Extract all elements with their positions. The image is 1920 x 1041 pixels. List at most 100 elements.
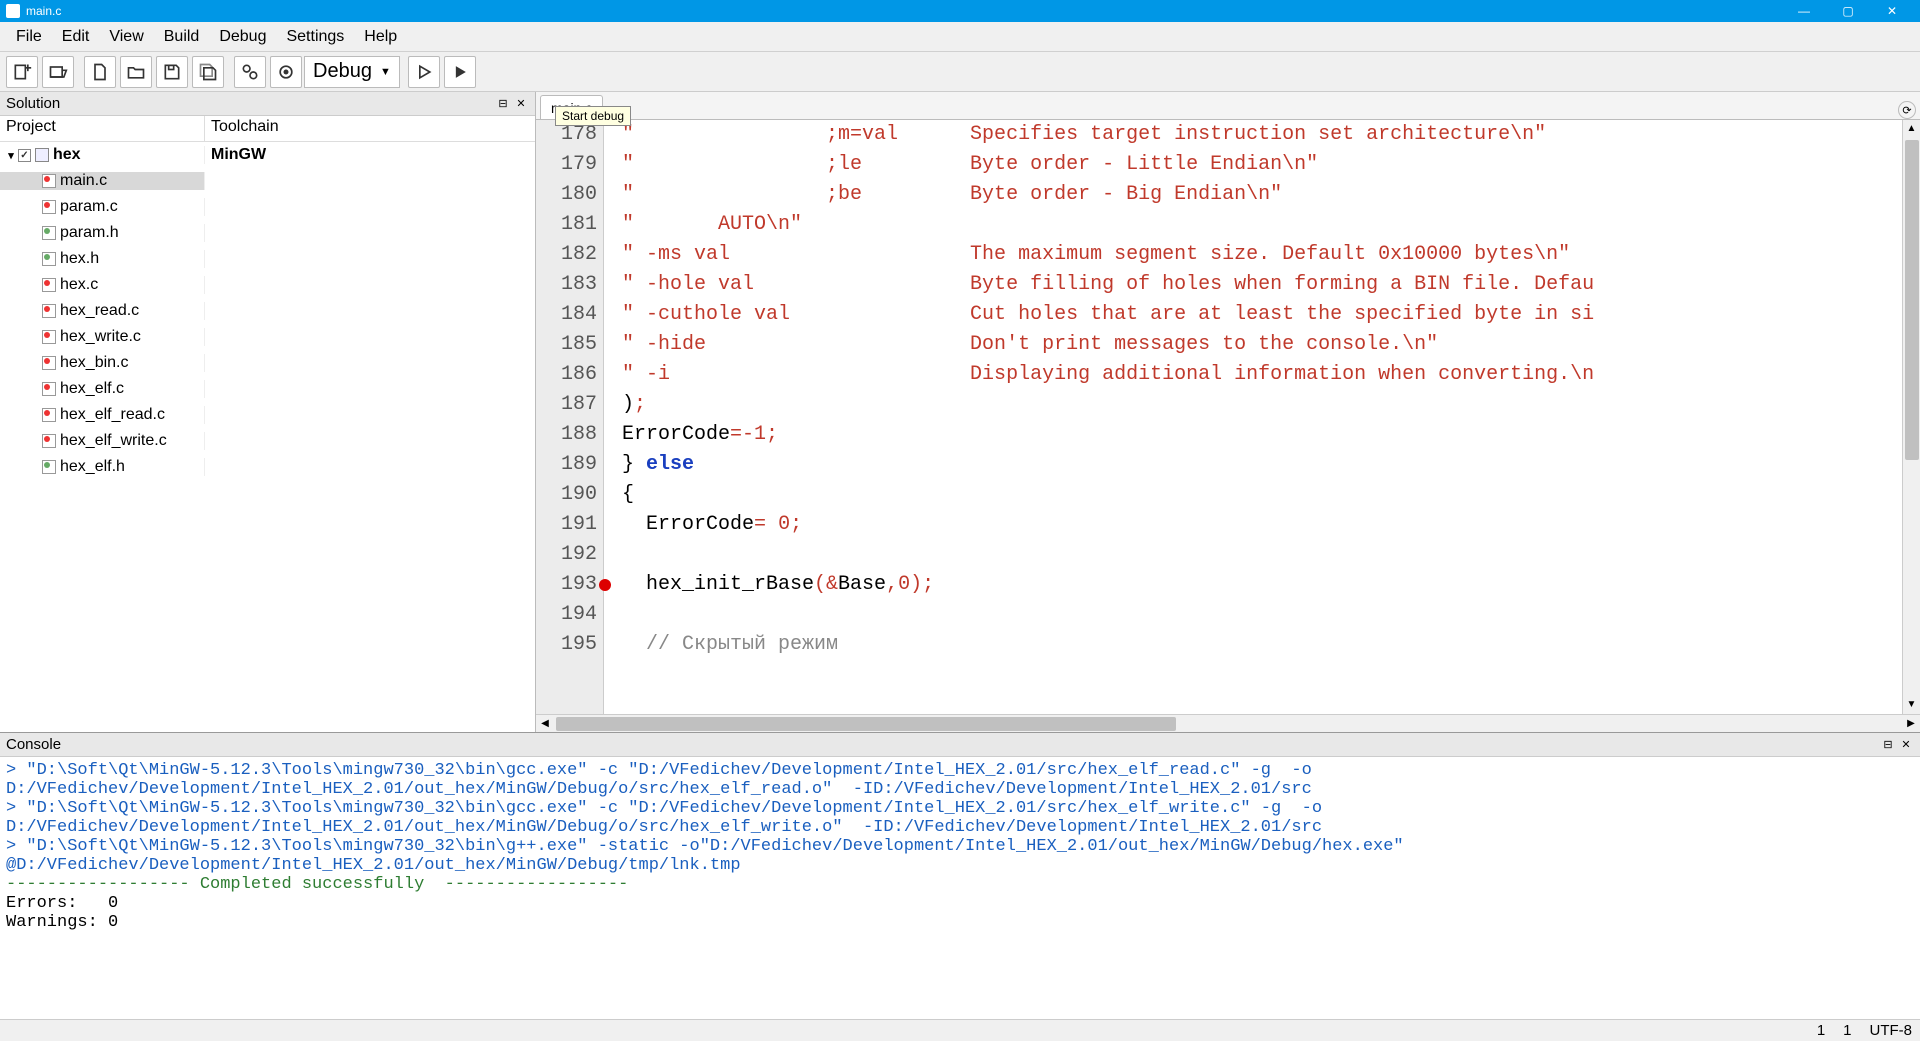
file-row[interactable]: hex_elf_read.c bbox=[0, 402, 535, 428]
code-lines[interactable]: " ;m=val Specifies target instruction se… bbox=[604, 120, 1920, 714]
line-number[interactable]: 183 bbox=[536, 270, 597, 300]
editor-panel: main.c ⟳ 1781791801811821831841851861871… bbox=[536, 92, 1920, 732]
file-row[interactable]: hex_read.c bbox=[0, 298, 535, 324]
project-checkbox[interactable]: ✓ bbox=[18, 149, 31, 162]
console-panel: Console ⊟ ✕ > "D:\Soft\Qt\MinGW-5.12.3\T… bbox=[0, 732, 1920, 1019]
new-file-button[interactable] bbox=[84, 56, 116, 88]
solution-panel: Solution ⊟ ✕ Project Toolchain ▾✓hexMinG… bbox=[0, 92, 536, 732]
code-line[interactable]: " AUTO\n" bbox=[622, 210, 1920, 240]
menu-view[interactable]: View bbox=[99, 24, 153, 50]
run-button[interactable] bbox=[408, 56, 440, 88]
line-number[interactable]: 184 bbox=[536, 300, 597, 330]
hscroll-thumb[interactable] bbox=[556, 717, 1176, 731]
line-number[interactable]: 187 bbox=[536, 390, 597, 420]
editor-hscroll[interactable]: ◀ ▶ bbox=[536, 714, 1920, 732]
scroll-left-icon[interactable]: ◀ bbox=[536, 715, 554, 733]
file-row[interactable]: hex.h bbox=[0, 246, 535, 272]
open-solution-button[interactable] bbox=[42, 56, 74, 88]
line-number[interactable]: 180 bbox=[536, 180, 597, 210]
project-row[interactable]: ▾✓hexMinGW bbox=[0, 142, 535, 168]
file-row[interactable]: hex_elf_write.c bbox=[0, 428, 535, 454]
rebuild-button[interactable] bbox=[270, 56, 302, 88]
file-row[interactable]: hex_write.c bbox=[0, 324, 535, 350]
scroll-down-icon[interactable]: ▼ bbox=[1903, 696, 1920, 714]
line-number[interactable]: 182 bbox=[536, 240, 597, 270]
menu-debug[interactable]: Debug bbox=[209, 24, 276, 50]
console-close-button[interactable]: ✕ bbox=[1898, 738, 1914, 751]
code-line[interactable]: " ;le Byte order - Little Endian\n" bbox=[622, 150, 1920, 180]
line-number[interactable]: 190 bbox=[536, 480, 597, 510]
col-toolchain: Toolchain bbox=[205, 116, 535, 141]
file-row[interactable]: main.c bbox=[0, 168, 535, 194]
line-number[interactable]: 189 bbox=[536, 450, 597, 480]
expand-icon[interactable]: ▾ bbox=[4, 149, 18, 162]
menu-help[interactable]: Help bbox=[354, 24, 407, 50]
file-row[interactable]: hex_elf.c bbox=[0, 376, 535, 402]
code-line[interactable] bbox=[622, 600, 1920, 630]
scroll-up-icon[interactable]: ▲ bbox=[1903, 120, 1920, 138]
menu-file[interactable]: File bbox=[6, 24, 52, 50]
maximize-button[interactable]: ▢ bbox=[1826, 4, 1870, 18]
code-line[interactable]: ); bbox=[622, 390, 1920, 420]
editor-vscroll[interactable]: ▲ ▼ bbox=[1902, 120, 1920, 714]
menu-build[interactable]: Build bbox=[154, 24, 210, 50]
code-line[interactable]: " -cuthole val Cut holes that are at lea… bbox=[622, 300, 1920, 330]
build-button[interactable] bbox=[234, 56, 266, 88]
code-line[interactable]: " -ms val The maximum segment size. Defa… bbox=[622, 240, 1920, 270]
open-file-button[interactable] bbox=[120, 56, 152, 88]
save-button[interactable] bbox=[156, 56, 188, 88]
code-line[interactable]: } else bbox=[622, 450, 1920, 480]
start-debug-button[interactable] bbox=[444, 56, 476, 88]
code-line[interactable]: ErrorCode=-1; bbox=[622, 420, 1920, 450]
line-number[interactable]: 179 bbox=[536, 150, 597, 180]
file-row[interactable]: param.h bbox=[0, 220, 535, 246]
file-row[interactable]: hex_bin.c bbox=[0, 350, 535, 376]
new-solution-button[interactable] bbox=[6, 56, 38, 88]
minimize-button[interactable]: — bbox=[1782, 4, 1826, 18]
line-number[interactable]: 191 bbox=[536, 510, 597, 540]
code-line[interactable]: " ;m=val Specifies target instruction se… bbox=[622, 120, 1920, 150]
code-line[interactable]: " -hole val Byte filling of holes when f… bbox=[622, 270, 1920, 300]
code-line[interactable] bbox=[622, 540, 1920, 570]
console-pin-button[interactable]: ⊟ bbox=[1880, 738, 1896, 751]
code-line[interactable]: " -i Displaying additional information w… bbox=[622, 360, 1920, 390]
console-body[interactable]: > "D:\Soft\Qt\MinGW-5.12.3\Tools\mingw73… bbox=[0, 757, 1920, 1019]
code-line[interactable]: ErrorCode= 0; bbox=[622, 510, 1920, 540]
line-number[interactable]: 181 bbox=[536, 210, 597, 240]
vscroll-thumb[interactable] bbox=[1905, 140, 1919, 460]
sync-button[interactable]: ⟳ bbox=[1898, 101, 1916, 119]
code-line[interactable]: // Скрытый режим bbox=[622, 630, 1920, 660]
file-icon bbox=[42, 226, 56, 240]
line-number[interactable]: 186 bbox=[536, 360, 597, 390]
code-line[interactable]: " -hide Don't print messages to the cons… bbox=[622, 330, 1920, 360]
line-number[interactable]: 193 bbox=[536, 570, 597, 600]
file-icon bbox=[42, 252, 56, 266]
line-number[interactable]: 188 bbox=[536, 420, 597, 450]
line-number[interactable]: 194 bbox=[536, 600, 597, 630]
save-all-button[interactable] bbox=[192, 56, 224, 88]
line-number[interactable]: 195 bbox=[536, 630, 597, 660]
file-row[interactable]: param.c bbox=[0, 194, 535, 220]
scroll-right-icon[interactable]: ▶ bbox=[1902, 715, 1920, 733]
breakpoint-icon[interactable] bbox=[599, 579, 611, 591]
code-line[interactable]: hex_init_rBase(&Base,0); bbox=[622, 570, 1920, 600]
build-config-combo[interactable]: Debug ▼ bbox=[304, 56, 400, 88]
line-gutter[interactable]: 1781791801811821831841851861871881891901… bbox=[536, 120, 604, 714]
close-window-button[interactable]: ✕ bbox=[1870, 4, 1914, 18]
file-row[interactable]: hex_elf.h bbox=[0, 454, 535, 480]
console-line: > "D:\Soft\Qt\MinGW-5.12.3\Tools\mingw73… bbox=[6, 799, 1914, 818]
line-number[interactable]: 185 bbox=[536, 330, 597, 360]
file-icon bbox=[42, 408, 56, 422]
code-line[interactable]: " ;be Byte order - Big Endian\n" bbox=[622, 180, 1920, 210]
console-panel-header: Console ⊟ ✕ bbox=[0, 733, 1920, 757]
status-col: 1 bbox=[1843, 1022, 1851, 1039]
panel-close-button[interactable]: ✕ bbox=[513, 97, 529, 110]
menu-settings[interactable]: Settings bbox=[276, 24, 354, 50]
file-row[interactable]: hex.c bbox=[0, 272, 535, 298]
file-icon bbox=[42, 382, 56, 396]
panel-pin-button[interactable]: ⊟ bbox=[495, 97, 511, 110]
code-area[interactable]: 1781791801811821831841851861871881891901… bbox=[536, 120, 1920, 714]
menu-edit[interactable]: Edit bbox=[52, 24, 100, 50]
line-number[interactable]: 192 bbox=[536, 540, 597, 570]
code-line[interactable]: { bbox=[622, 480, 1920, 510]
